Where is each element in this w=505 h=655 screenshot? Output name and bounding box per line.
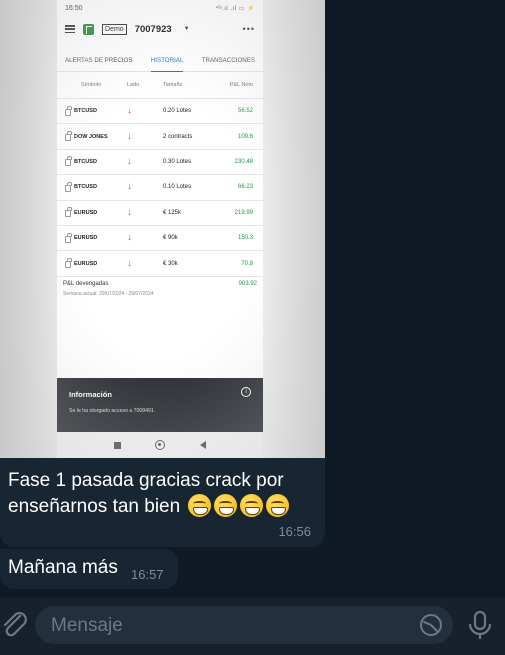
table-row: BTCUSD ↓ 0.20 Lotes 56.52 (57, 99, 263, 125)
phone-screenshot: 16:50 ⁴ᴳ.ıl .ıl ▭ ⚡ Demo 7007923 ▼ ••• A… (57, 0, 263, 458)
row-size: 0.20 Lotes (163, 108, 192, 115)
tab-alertas: ALERTAS DE PRECIOS (65, 57, 133, 64)
row-symbol: EURUSD (74, 209, 98, 216)
phone-nav-bar (57, 432, 263, 458)
message-time: 16:57 (131, 567, 164, 582)
row-size: 0.10 Lotes (163, 184, 192, 191)
lock-icon (65, 156, 72, 167)
app-header: Demo 7007923 ▼ ••• (57, 16, 263, 42)
row-symbol: BTCUSD (74, 184, 97, 191)
phone-status-bar: 16:50 ⁴ᴳ.ıl .ıl ▭ ⚡ (57, 0, 263, 16)
message-text: Fase 1 pasada gracias crack por enseñarn… (8, 468, 318, 520)
row-pnl: 56.52 (237, 108, 253, 115)
table-header: Símbolo Lado Tamaño P&L Neto (57, 72, 263, 99)
row-pnl: 219.99 (234, 209, 253, 216)
row-symbol: BTCUSD (74, 108, 97, 115)
info-panel: Información Se le ha otorgado acceso a 7… (57, 378, 263, 432)
message-bubble-photo[interactable]: 16:50 ⁴ᴳ.ıl .ıl ▭ ⚡ Demo 7007923 ▼ ••• A… (0, 0, 325, 547)
pnl-value: 903.92 (238, 280, 257, 287)
grin-emoji-icon (188, 494, 212, 517)
row-size: € 90k (163, 235, 178, 242)
column-symbol: Símbolo (81, 82, 102, 88)
column-size: Tamaño (163, 82, 183, 88)
row-size: 2 contracts (163, 133, 193, 140)
microphone-icon[interactable] (466, 610, 494, 640)
message-input[interactable]: Mensaje (35, 606, 453, 644)
account-number: 7007923 (134, 23, 172, 35)
lock-icon (65, 258, 72, 269)
row-symbol: EURUSD (74, 235, 98, 242)
grin-emoji-icon (214, 494, 238, 517)
lock-icon (65, 232, 72, 243)
home-icon (155, 440, 166, 450)
sticker-icon[interactable] (419, 613, 443, 637)
phone-status-icons: ⁴ᴳ.ıl .ıl ▭ ⚡ (215, 5, 255, 12)
chevron-down-icon: ▼ (183, 26, 190, 32)
table-row: EURUSD ↓ € 90k 150.3 (57, 226, 263, 252)
column-side: Lado (127, 82, 140, 88)
more-icon: ••• (242, 24, 255, 34)
info-title: Información (69, 390, 112, 399)
message-bubble-text[interactable]: Mañana más 16:57 (0, 549, 178, 589)
lock-icon (65, 207, 72, 218)
pnl-label: P&L devengadas (63, 280, 109, 287)
row-pnl: 66.23 (237, 184, 253, 191)
message-text: Mañana más (8, 557, 118, 578)
screenshot-image[interactable]: 16:50 ⁴ᴳ.ıl .ıl ▭ ⚡ Demo 7007923 ▼ ••• A… (0, 0, 325, 458)
message-time: 16:56 (278, 524, 311, 539)
table-row: BTCUSD ↓ 0.30 Lotes 230.48 (57, 150, 263, 176)
row-size: € 125k (163, 209, 182, 216)
row-pnl: 230.48 (234, 158, 253, 165)
info-icon: i (241, 387, 251, 397)
arrow-down-icon: ↓ (127, 155, 132, 167)
menu-icon (65, 25, 75, 33)
info-text: Se le ha otorgado acceso a 7008491. (69, 408, 156, 414)
row-symbol: DOW JONES (74, 133, 108, 140)
phone-status-time: 16:50 (65, 4, 83, 12)
row-size: 0.30 Lotes (163, 158, 192, 165)
back-icon (199, 441, 206, 449)
row-symbol: BTCUSD (74, 158, 97, 165)
arrow-down-icon: ↓ (127, 130, 132, 142)
grin-emoji-icon (240, 494, 264, 517)
row-pnl: 150.3 (237, 235, 253, 242)
row-pnl: 70.8 (241, 260, 253, 267)
row-pnl: 109.6 (237, 133, 253, 140)
arrow-down-icon: ↓ (127, 232, 132, 244)
grin-emoji-icon (266, 494, 290, 517)
table-row: EURUSD ↓ € 30k 70.8 (57, 251, 263, 277)
lock-icon (65, 181, 72, 192)
pnl-week: Semana actual: 29/07/2024 - 29/07/2024 (63, 290, 154, 297)
table-row: DOW JONES ↓ 2 contracts 109.6 (57, 124, 263, 150)
row-size: € 30k (163, 260, 178, 267)
phone-tabs: ALERTAS DE PRECIOS HISTORIAL TRANSACCION… (57, 50, 263, 72)
demo-badge: Demo (102, 23, 127, 35)
table-row: BTCUSD ↓ 0.10 Lotes 66.23 (57, 175, 263, 201)
tab-transacciones: TRANSACCIONES (201, 57, 255, 64)
row-symbol: EURUSD (74, 260, 98, 267)
arrow-down-icon: ↓ (127, 181, 132, 193)
app-logo-icon (83, 23, 94, 35)
lock-icon (65, 105, 72, 116)
arrow-down-icon: ↓ (127, 105, 132, 117)
message-composer: Mensaje (0, 598, 505, 655)
lock-icon (65, 131, 72, 142)
arrow-down-icon: ↓ (127, 257, 132, 269)
tab-historial: HISTORIAL (150, 50, 184, 72)
message-placeholder: Mensaje (51, 615, 123, 636)
arrow-down-icon: ↓ (127, 206, 132, 218)
paperclip-icon[interactable] (0, 610, 30, 640)
column-pnl: P&L Neto (229, 82, 253, 88)
pnl-summary: P&L devengadas 903.92 (57, 277, 263, 291)
recent-apps-icon (114, 441, 122, 449)
table-row: EURUSD ↓ € 125k 219.99 (57, 201, 263, 226)
